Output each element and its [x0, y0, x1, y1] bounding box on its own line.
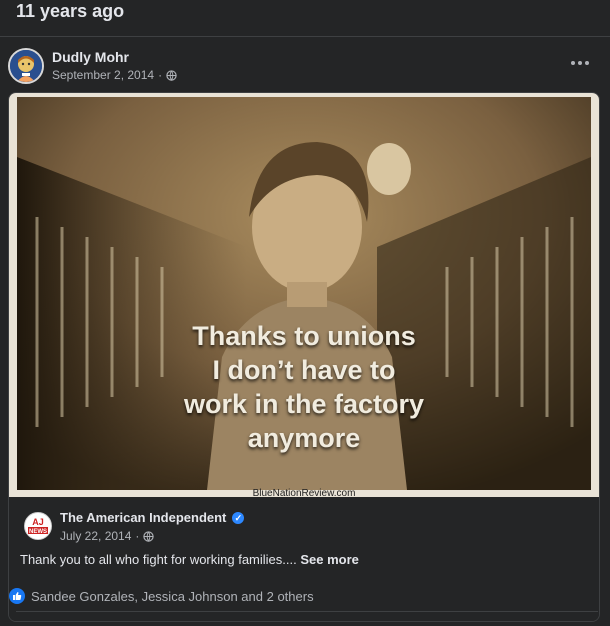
reactions-divider: [16, 611, 598, 612]
like-icon: [9, 588, 25, 604]
avatar-image: [10, 50, 42, 82]
post-meta: September 2, 2014 ·: [52, 68, 177, 82]
globe-icon: [166, 69, 177, 81]
svg-text:AJ: AJ: [32, 517, 44, 527]
memory-header: 11 years ago: [0, 0, 610, 37]
more-options-icon[interactable]: [568, 55, 592, 71]
source-meta: July 22, 2014 ·: [60, 529, 155, 543]
source-logo: AJ NEWS: [25, 513, 51, 539]
svg-text:NEWS: NEWS: [29, 529, 47, 535]
source-meta-separator: ·: [135, 529, 140, 543]
verified-badge-icon: ✓: [232, 511, 245, 524]
reactions-text[interactable]: Sandee Gonzales, Jessica Johnson and 2 o…: [31, 589, 314, 604]
shared-post-text: Thank you to all who fight for working f…: [20, 552, 359, 567]
shared-post-body: Thank you to all who fight for working f…: [20, 552, 297, 567]
post-card: Dudly Mohr September 2, 2014 · Thanks to…: [0, 37, 610, 626]
memory-title: 11 years ago: [16, 1, 125, 21]
source-author: The American Independent ✓: [60, 510, 245, 525]
reactions-summary[interactable]: Sandee Gonzales, Jessica Johnson and 2 o…: [9, 587, 314, 605]
see-more-link[interactable]: See more: [300, 552, 359, 567]
shared-photo[interactable]: Thanks to unions I don’t have to work in…: [9, 93, 599, 499]
source-author-name[interactable]: The American Independent: [60, 510, 226, 525]
shared-post-card[interactable]: Thanks to unions I don’t have to work in…: [8, 92, 600, 622]
source-date[interactable]: July 22, 2014: [60, 529, 131, 543]
meta-separator: ·: [158, 68, 163, 82]
caption-line-1: Thanks to unions: [192, 321, 416, 351]
author-avatar[interactable]: [8, 48, 44, 84]
post-author-name[interactable]: Dudly Mohr: [52, 49, 129, 65]
globe-icon: [143, 530, 155, 542]
caption-line-2: I don’t have to: [212, 355, 396, 385]
caption-line-3: work in the factory: [183, 389, 425, 419]
post-date[interactable]: September 2, 2014: [52, 68, 154, 82]
source-avatar[interactable]: AJ NEWS: [24, 512, 52, 540]
caption-line-4: anymore: [247, 423, 361, 453]
